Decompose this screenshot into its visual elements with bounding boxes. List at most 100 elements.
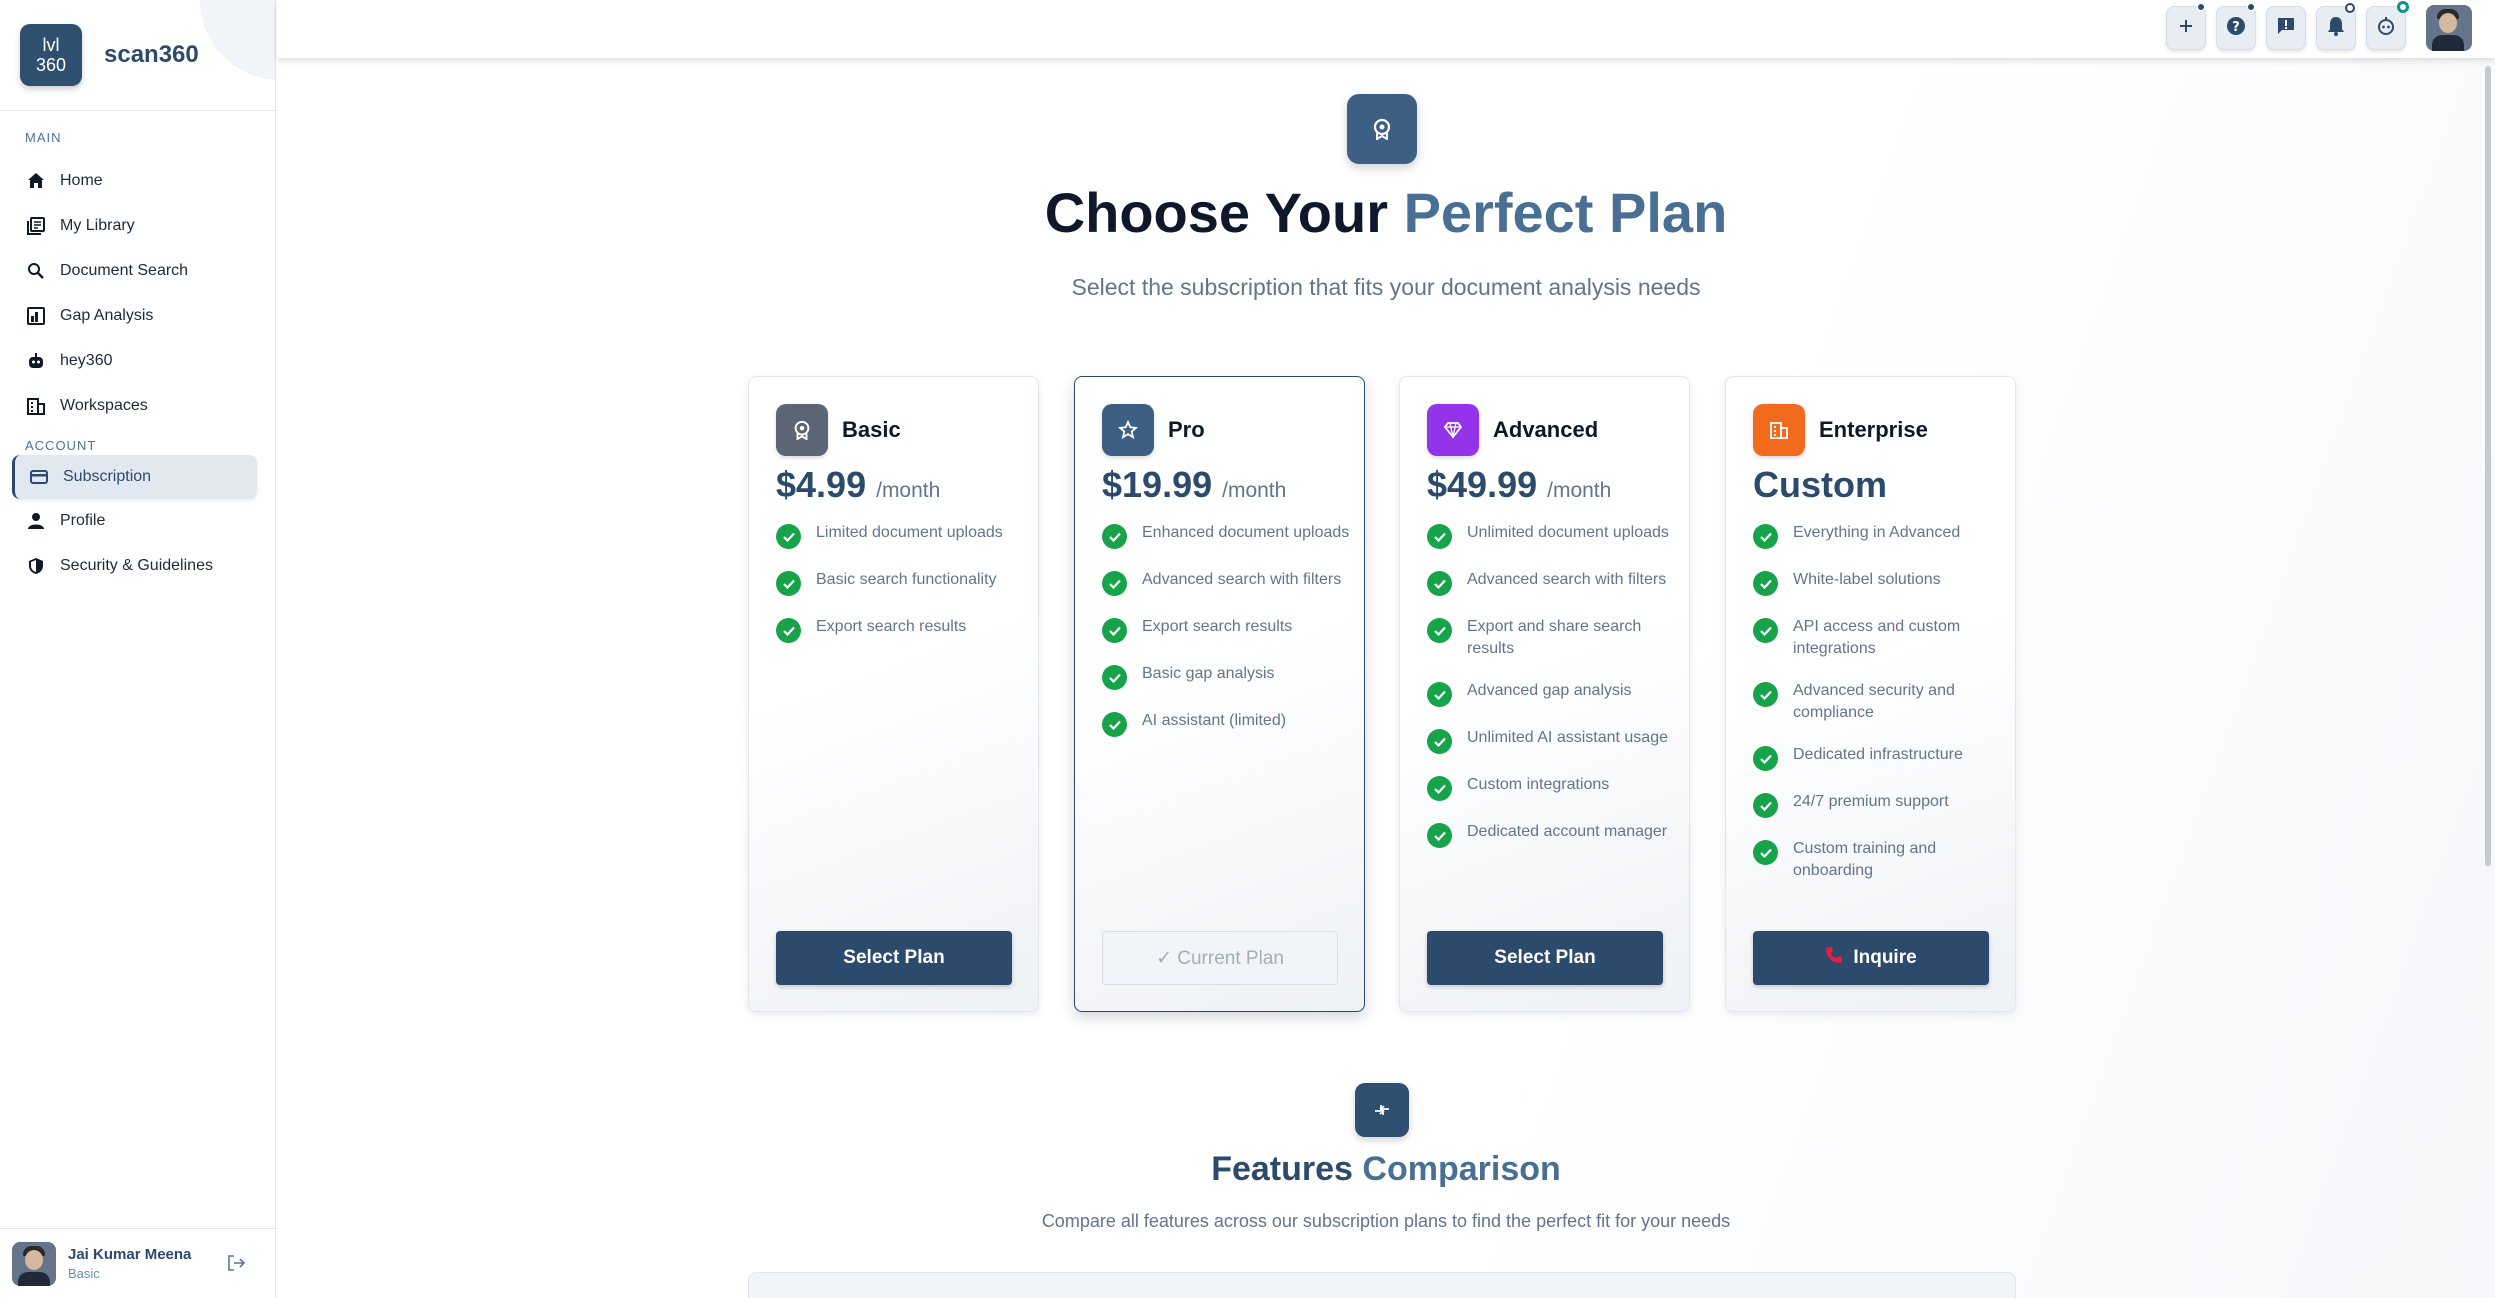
sidebar-item-gap-analysis[interactable]: Gap Analysis	[12, 294, 257, 338]
sidebar-item-home[interactable]: Home	[12, 159, 257, 203]
check-icon	[776, 618, 801, 643]
price-value: $4.99	[776, 464, 867, 505]
page-title-accent: Perfect Plan	[1403, 181, 1728, 244]
user-name: Jai Kumar Meena	[68, 1246, 192, 1263]
plan-card-pro: Pro $19.99 /month Enhanced document uplo…	[1074, 376, 1365, 1012]
sidebar-item-my-library[interactable]: My Library	[12, 204, 257, 248]
sidebar-item-document-search[interactable]: Document Search	[12, 249, 257, 293]
price-value: Custom	[1753, 464, 1887, 505]
logout-icon[interactable]	[226, 1253, 248, 1275]
user-icon	[26, 511, 46, 531]
feature-text: Basic search functionality	[816, 571, 997, 588]
price-value: $49.99	[1427, 464, 1538, 505]
list-item: Dedicated account manager	[1427, 821, 1677, 848]
check-icon	[1753, 618, 1778, 643]
list-item: Unlimited document uploads	[1427, 522, 1677, 549]
feature-text: Unlimited AI assistant usage	[1467, 729, 1668, 746]
select-plan-button[interactable]: Select Plan	[776, 931, 1012, 985]
inquire-button[interactable]: Inquire	[1753, 931, 1989, 985]
feature-text: Advanced gap analysis	[1467, 682, 1632, 699]
sidebar-item-workspaces[interactable]: Workspaces	[12, 384, 257, 428]
assistant-button[interactable]	[2366, 1, 2409, 50]
check-icon	[1753, 793, 1778, 818]
credit-card-icon	[29, 467, 49, 487]
gap-analysis-icon	[26, 306, 46, 326]
select-plan-button[interactable]: Select Plan	[1427, 931, 1663, 985]
sidebar-item-profile[interactable]: Profile	[12, 499, 257, 543]
avatar[interactable]	[12, 1241, 56, 1286]
feature-text: Custom integrations	[1467, 776, 1610, 793]
add-button[interactable]	[2166, 3, 2206, 50]
price-period: /month	[1547, 479, 1612, 502]
current-plan-button[interactable]: ✓ Current Plan	[1102, 931, 1338, 985]
check-icon	[776, 571, 801, 596]
feature-text: Basic gap analysis	[1142, 665, 1275, 682]
svg-text:?: ?	[2232, 20, 2240, 35]
plan-price: $4.99 /month	[776, 464, 940, 506]
brand-header: lvl 360 scan360	[0, 0, 275, 111]
feature-text: Advanced search with filters	[1142, 571, 1342, 588]
feature-text: Advanced search with filters	[1467, 571, 1667, 588]
plan-name: Pro	[1168, 417, 1205, 442]
library-icon	[26, 216, 46, 236]
sidebar-item-security-guidelines[interactable]: Security & Guidelines	[12, 544, 257, 588]
plan-price: $19.99 /month	[1102, 464, 1286, 506]
sidebar-item-label: Subscription	[63, 468, 152, 485]
robot-icon	[2376, 16, 2396, 41]
feature-text: Export and share search results	[1467, 618, 1642, 657]
check-icon	[1427, 729, 1452, 754]
check-icon	[1102, 571, 1127, 596]
plan-card-basic: Basic $4.99 /month Limited document uplo…	[748, 376, 1039, 1012]
check-icon	[1427, 524, 1452, 549]
scrollbar[interactable]	[2485, 66, 2491, 866]
sidebar-item-label: My Library	[60, 217, 135, 234]
list-item: Export search results	[776, 616, 1026, 643]
feature-text: Enhanced document uploads	[1142, 524, 1350, 541]
feature-list: Everything in Advanced White-label solut…	[1753, 522, 2003, 902]
sidebar-item-hey360[interactable]: hey360	[12, 339, 257, 383]
check-icon	[1753, 746, 1778, 771]
top-bar	[277, 0, 2495, 58]
logo-line-1: lvl	[42, 35, 60, 55]
help-button[interactable]: ?	[2216, 3, 2256, 50]
price-period: /month	[876, 479, 941, 502]
sidebar-item-label: Document Search	[60, 262, 189, 279]
check-icon	[1427, 776, 1452, 801]
price-value: $19.99	[1102, 464, 1213, 505]
comparison-title-accent: Comparison	[1362, 1150, 1561, 1188]
building-icon	[26, 396, 46, 416]
plan-card-enterprise: Enterprise Custom Everything in Advanced…	[1725, 376, 2016, 1012]
list-item: Custom training and onboarding	[1753, 838, 2003, 882]
notifications-button[interactable]	[2316, 3, 2356, 50]
page-subtitle: Select the subscription that fits your d…	[1071, 274, 1701, 300]
feature-text: Export search results	[1142, 618, 1293, 635]
brand-decoration	[200, 0, 275, 80]
sidebar-item-label: Security & Guidelines	[60, 557, 213, 574]
header-avatar[interactable]	[2426, 5, 2472, 51]
page-title: Choose Your Perfect Plan	[277, 180, 2495, 245]
sidebar-item-label: Profile	[60, 512, 106, 529]
list-item: Unlimited AI assistant usage	[1427, 727, 1677, 754]
check-icon	[1427, 682, 1452, 707]
feature-text: Export search results	[816, 618, 967, 635]
bell-icon	[2327, 16, 2345, 41]
check-icon	[1753, 682, 1778, 707]
check-icon	[1102, 524, 1127, 549]
building-icon	[1753, 404, 1805, 456]
feedback-button[interactable]	[2266, 6, 2306, 50]
plus-icon	[2178, 18, 2194, 39]
feature-text: Everything in Advanced	[1793, 524, 1961, 541]
check-icon	[1102, 665, 1127, 690]
check-icon	[1753, 524, 1778, 549]
sidebar-item-subscription[interactable]: Subscription	[12, 455, 257, 499]
section-label-account: ACCOUNT	[25, 438, 97, 453]
sidebar: lvl 360 scan360 MAIN Home My Library Doc…	[0, 0, 276, 1298]
user-profile-footer: Jai Kumar Meena Basic	[0, 1228, 276, 1298]
feature-text: White-label solutions	[1793, 571, 1941, 588]
search-icon	[26, 261, 46, 281]
check-icon	[776, 524, 801, 549]
list-item: Advanced security and compliance	[1753, 680, 2003, 724]
feature-list: Unlimited document uploads Advanced sear…	[1427, 522, 1677, 868]
check-icon	[1753, 571, 1778, 596]
app-logo[interactable]: lvl 360	[20, 24, 82, 86]
